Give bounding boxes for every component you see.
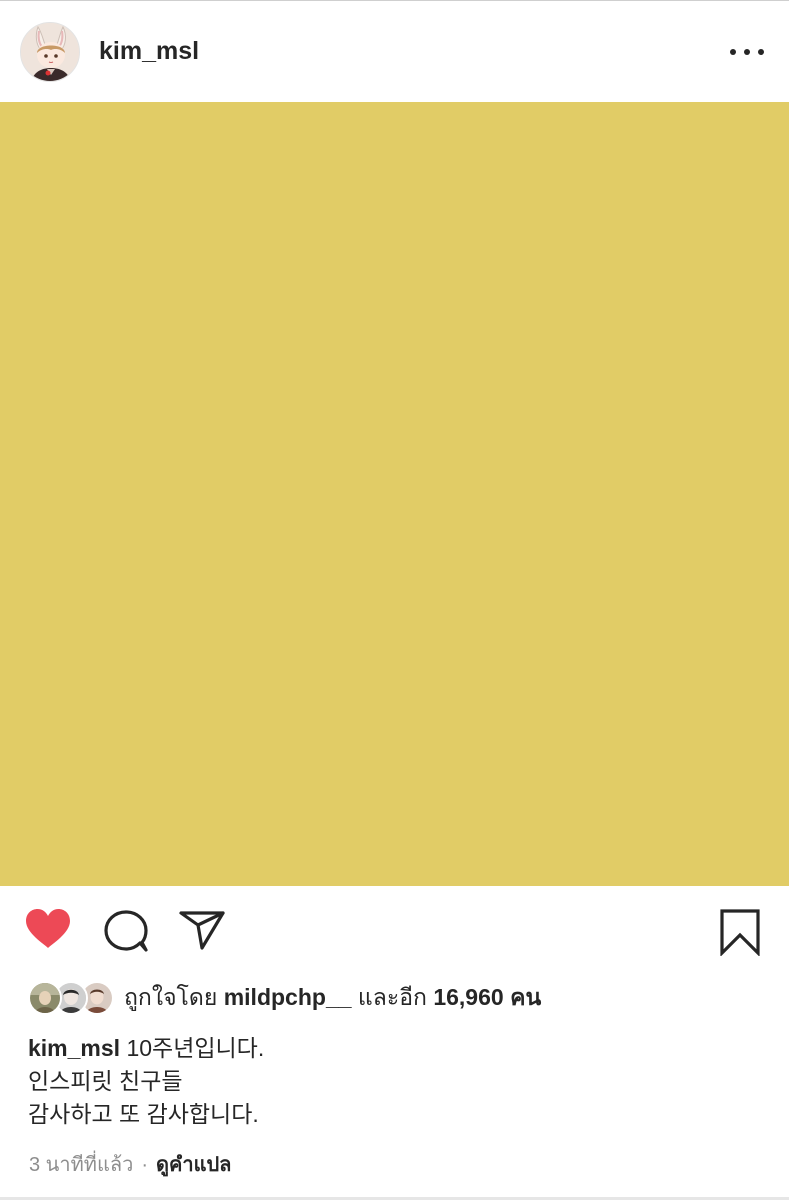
bookmark-icon[interactable] bbox=[719, 908, 761, 956]
comment-bubble-icon[interactable] bbox=[103, 909, 149, 953]
heart-filled-icon[interactable] bbox=[24, 908, 72, 950]
post-image[interactable] bbox=[0, 102, 789, 886]
likes-count-link[interactable]: 16,960 bbox=[433, 984, 503, 1010]
translate-link[interactable]: ดูคำแปล bbox=[156, 1154, 231, 1176]
post-username[interactable]: kim_msl bbox=[99, 37, 199, 66]
avatar-illustration bbox=[21, 23, 79, 81]
dot bbox=[744, 49, 750, 55]
post-header: kim_msl bbox=[0, 1, 789, 102]
liker-avatars[interactable] bbox=[28, 981, 114, 1015]
likes-prefix: ถูกใจโดย bbox=[124, 984, 224, 1010]
post-caption: kim_msl 10주년입니다. 인스피릿 친구들 감사하고 또 감사합니다. bbox=[28, 1032, 768, 1131]
dot bbox=[730, 49, 736, 55]
first-liker-link[interactable]: mildpchp__ bbox=[224, 984, 352, 1010]
likes-suffix[interactable]: คน bbox=[504, 984, 541, 1010]
avatar[interactable] bbox=[20, 22, 80, 82]
likes-middle: และอีก bbox=[351, 984, 434, 1010]
action-bar bbox=[0, 886, 789, 978]
likes-row: ถูกใจโดย mildpchp__ และอีก 16,960 คน bbox=[28, 980, 541, 1016]
caption-line: 감사하고 또 감사합니다. bbox=[28, 1101, 259, 1127]
dot bbox=[758, 49, 764, 55]
liker-avatar bbox=[28, 981, 62, 1015]
caption-username[interactable]: kim_msl bbox=[28, 1035, 120, 1061]
more-dots-icon[interactable] bbox=[730, 39, 764, 65]
meta-separator: · bbox=[141, 1154, 148, 1176]
caption-line: kim_msl 10주년입니다. bbox=[28, 1032, 768, 1065]
caption-line: 인스피릿 친구들 bbox=[28, 1068, 183, 1094]
likes-summary: ถูกใจโดย mildpchp__ และอีก 16,960 คน bbox=[124, 980, 541, 1016]
caption-text: 10주년입니다. bbox=[120, 1035, 265, 1061]
post-meta: 3 นาทีที่แล้ว · ดูคำแปล bbox=[29, 1148, 231, 1180]
timestamp: 3 นาทีที่แล้ว bbox=[29, 1154, 134, 1176]
paper-plane-icon[interactable] bbox=[178, 909, 226, 951]
